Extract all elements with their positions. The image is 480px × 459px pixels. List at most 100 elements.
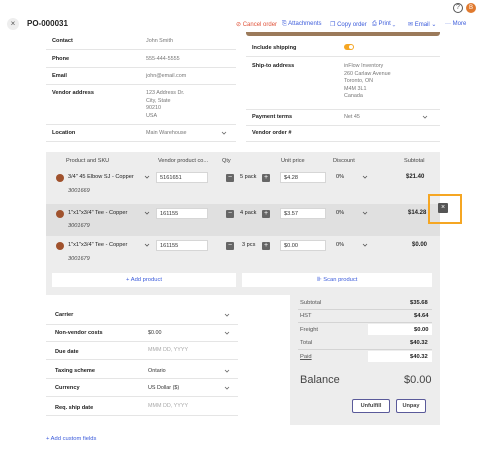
qty-value[interactable]: 5 pack (240, 174, 256, 180)
qty-decrement-button[interactable]: − (226, 210, 234, 218)
more-button[interactable]: ··· More (445, 21, 466, 27)
currency-select[interactable]: US Dollar ($) (148, 385, 179, 391)
qty-value[interactable]: 3 pcs (242, 242, 255, 248)
table-header: Product and SKU Vendor product co... Qty… (46, 157, 440, 167)
carrier-label: Carrier (55, 312, 74, 318)
chevron-down-icon: ⌄ (431, 22, 437, 28)
hst-label: HST (300, 313, 312, 319)
cancel-order-button[interactable]: ⊘ Cancel order (236, 21, 277, 28)
avatar[interactable]: B (466, 3, 476, 13)
table-row[interactable]: 3/4" 45 Elbow SJ - Copper 3001669 516165… (46, 168, 440, 202)
email-button[interactable]: ✉ Email ⌄ (408, 21, 436, 28)
chevron-down-icon[interactable] (144, 210, 150, 216)
chevron-down-icon[interactable] (144, 242, 150, 248)
chevron-down-icon[interactable] (224, 312, 230, 318)
accent-strip (246, 32, 440, 36)
taxing-scheme-select[interactable]: Ontario (148, 368, 166, 374)
ship-to-address[interactable]: inFlow Inventory 260 Carlaw Avenue Toron… (344, 63, 391, 101)
payment-terms-select[interactable]: Net 45 (344, 114, 360, 120)
paid-link[interactable]: Paid (300, 354, 312, 360)
product-thumbnail (56, 242, 64, 250)
chevron-down-icon[interactable] (224, 330, 230, 336)
vendor-address[interactable]: 123 Address Dr. City, State 90210 USA (146, 90, 184, 120)
column-header: Subtotal (404, 158, 425, 164)
chevron-down-icon[interactable] (224, 385, 230, 391)
unit-price-input[interactable]: $3.57 (280, 208, 326, 219)
product-sku: 3001679 (68, 223, 90, 229)
paid-value: $40.32 (410, 354, 428, 360)
chevron-down-icon[interactable] (362, 242, 368, 248)
due-date-label: Due date (55, 349, 79, 355)
contact-label: Contact (52, 38, 73, 44)
include-shipping-toggle[interactable] (344, 44, 354, 50)
freight-value: $0.00 (414, 327, 429, 333)
unpay-button[interactable]: Unpay (396, 399, 426, 413)
print-button[interactable]: ⎙ Print ⌄ (372, 21, 395, 28)
contact-value[interactable]: John Smith (146, 38, 173, 44)
include-shipping-label: Include shipping (252, 45, 297, 51)
more-icon: ··· (445, 21, 451, 27)
product-name[interactable]: 1"x1"x3/4" Tee - Copper (68, 242, 127, 248)
barcode-icon: ⊪ (316, 277, 322, 283)
add-custom-fields-link[interactable]: + Add custom fields (46, 436, 96, 442)
row-subtotal: $21.40 (406, 174, 425, 180)
copy-order-button[interactable]: ❐ Copy order (330, 21, 367, 28)
freight-label: Freight (300, 327, 319, 333)
chevron-down-icon[interactable] (362, 174, 368, 180)
discount-value[interactable]: 0% (336, 174, 344, 180)
help-icon[interactable]: ? (453, 3, 463, 13)
cancel-icon: ⊘ (236, 22, 242, 28)
subtotal-label: Subtotal (300, 300, 322, 306)
column-header: Vendor product co... (158, 158, 209, 164)
product-thumbnail (56, 210, 64, 218)
column-header: Unit price (281, 158, 305, 164)
unit-price-input[interactable]: $0.00 (280, 240, 326, 251)
qty-increment-button[interactable]: + (262, 242, 270, 250)
product-name[interactable]: 3/4" 45 Elbow SJ - Copper (68, 174, 134, 180)
vendor-code-input[interactable]: 5161651 (156, 172, 208, 183)
product-sku: 3001679 (68, 256, 90, 262)
close-icon[interactable]: × (7, 18, 19, 30)
scan-product-button[interactable]: ⊪ Scan product (242, 273, 432, 287)
email-value[interactable]: john@email.com (146, 73, 186, 79)
chevron-down-icon[interactable] (362, 210, 368, 216)
balance-value: $0.00 (404, 374, 432, 386)
total-label: Total (300, 340, 313, 346)
subtotal-value: $35.68 (410, 300, 428, 306)
chevron-down-icon[interactable] (422, 114, 428, 120)
due-date-input[interactable]: MMM DD, YYYY (148, 347, 188, 353)
chevron-down-icon[interactable] (221, 130, 227, 136)
discount-value[interactable]: 0% (336, 210, 344, 216)
table-row[interactable]: 1"x1"x3/4" Tee - Copper 3001679 161155 −… (46, 204, 440, 236)
req-ship-date-input[interactable]: MMM DD, YYYY (148, 403, 188, 409)
unit-price-input[interactable]: $4.28 (280, 172, 326, 183)
envelope-icon: ✉ (408, 22, 414, 28)
email-label: Email (52, 73, 67, 79)
qty-increment-button[interactable]: + (262, 174, 270, 182)
discount-value[interactable]: 0% (336, 242, 344, 248)
vendor-order-label: Vendor order # (252, 130, 292, 136)
chevron-down-icon[interactable] (224, 368, 230, 374)
attachments-button[interactable]: ⎘ Attachments (282, 21, 322, 28)
vendor-code-input[interactable]: 161155 (156, 208, 208, 219)
column-header: Product and SKU (66, 158, 110, 164)
taxing-scheme-label: Taxing scheme (55, 368, 95, 374)
qty-increment-button[interactable]: + (262, 210, 270, 218)
qty-decrement-button[interactable]: − (226, 174, 234, 182)
vendor-code-input[interactable]: 161155 (156, 240, 208, 251)
location-select[interactable]: Main Warehouse (146, 130, 187, 136)
product-name[interactable]: 1"x1"x3/4" Tee - Copper (68, 210, 127, 216)
phone-value[interactable]: 555-444-5555 (146, 56, 180, 62)
req-ship-date-label: Req. ship date (55, 405, 94, 411)
qty-decrement-button[interactable]: − (226, 242, 234, 250)
add-product-button[interactable]: + Add product (52, 273, 236, 287)
qty-value[interactable]: 4 pack (240, 210, 256, 216)
ship-to-label: Ship-to address (252, 63, 295, 69)
non-vendor-costs-value[interactable]: $0.00 (148, 330, 162, 336)
remove-row-button[interactable]: × (438, 203, 448, 213)
unfulfill-button[interactable]: Unfulfill (352, 399, 390, 413)
phone-label: Phone (52, 56, 70, 62)
page-title: PO-000031 (27, 19, 68, 28)
chevron-down-icon[interactable] (144, 174, 150, 180)
table-row[interactable]: 1"x1"x3/4" Tee - Copper 3001679 161155 −… (46, 238, 440, 268)
